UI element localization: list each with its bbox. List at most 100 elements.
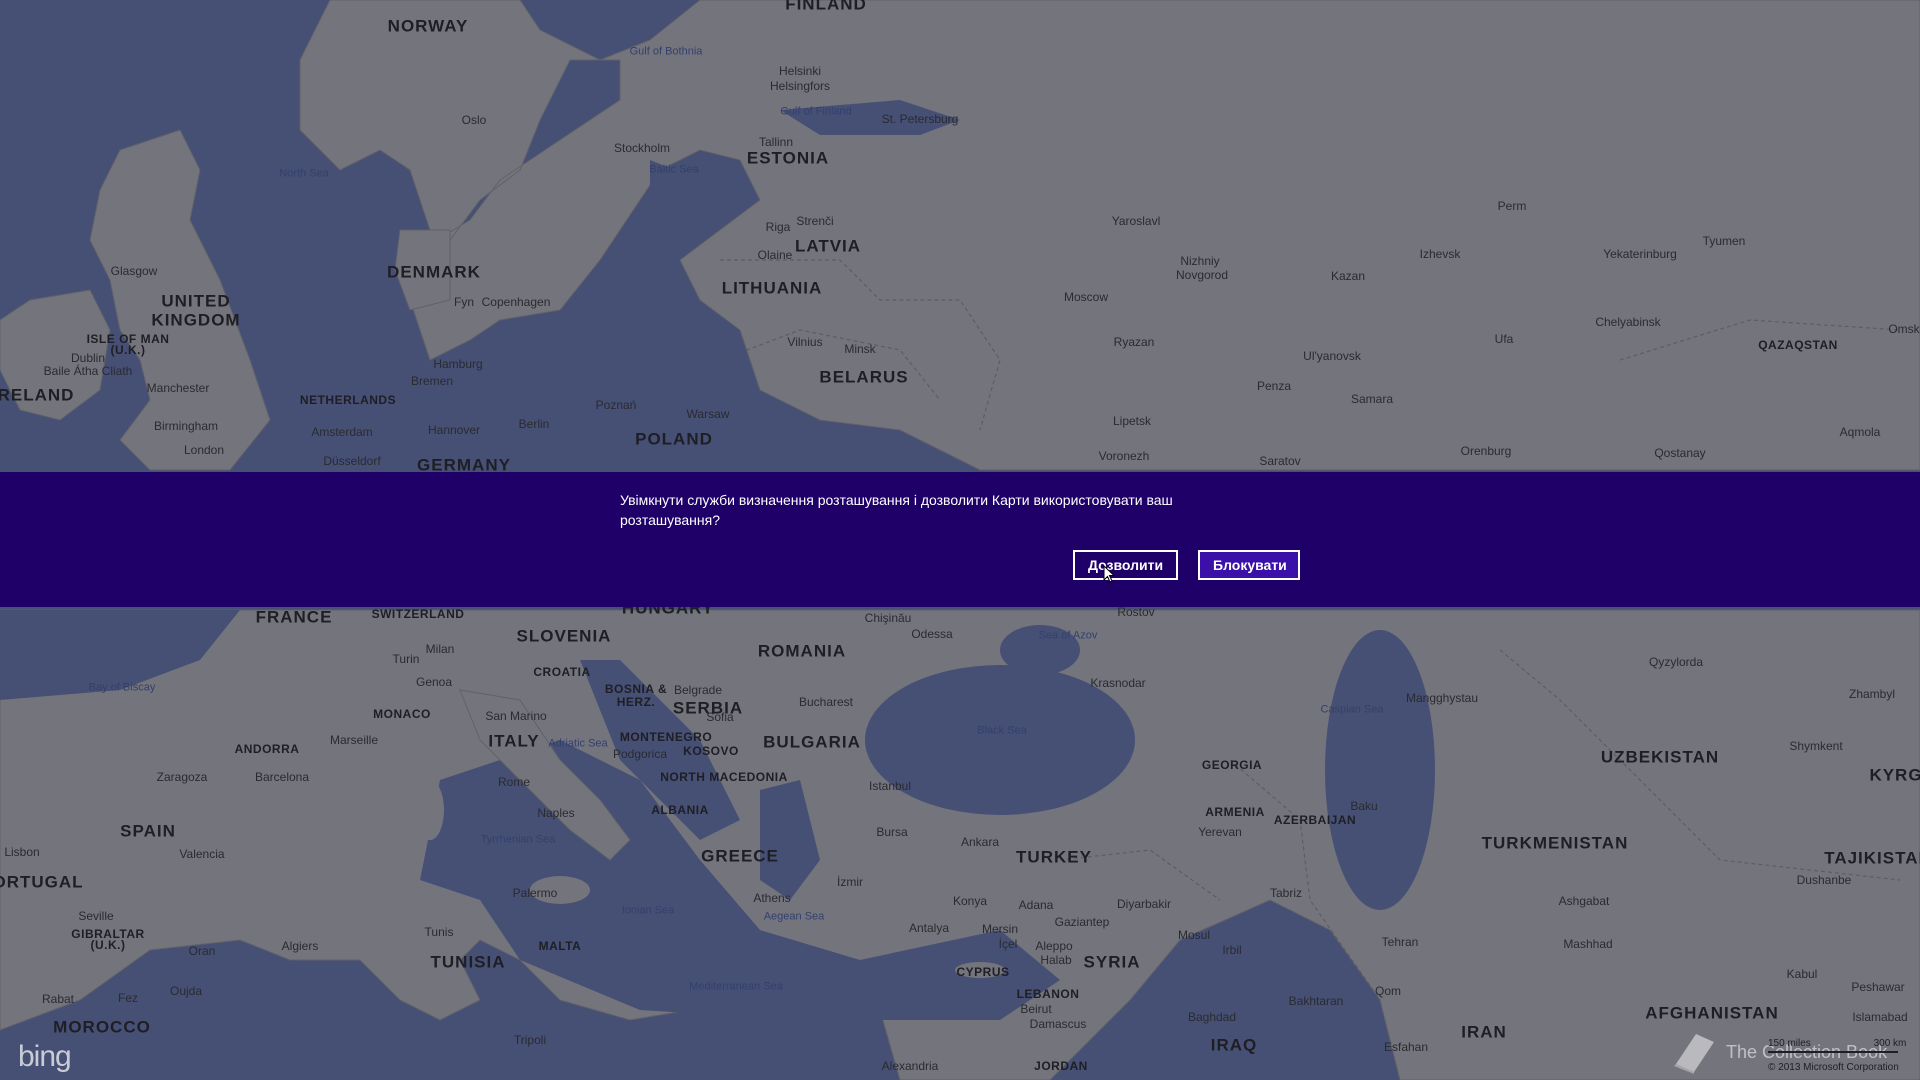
country-label: BOSNIA & [604, 682, 668, 696]
city-label: Algiers [281, 939, 319, 953]
city-label: Olaine [757, 248, 793, 262]
country-label: FRANCE [255, 607, 333, 627]
city-label: Strenči [796, 214, 834, 228]
country-label: ARMENIA [1205, 805, 1265, 819]
sea-label: Caspian Sea [1320, 703, 1384, 716]
country-label: GREECE [701, 846, 779, 866]
country-label: GEORGIA [1201, 758, 1263, 772]
city-label: Rostov [1117, 605, 1155, 619]
city-label: Tyumen [1702, 234, 1746, 248]
city-label: Rome [497, 775, 531, 789]
city-label: Ul'yanovsk [1303, 349, 1361, 363]
sea-label: Mediterranean Sea [689, 980, 783, 993]
city-label: Ryazan [1113, 335, 1155, 349]
city-label: Aleppo [1035, 939, 1073, 953]
city-label: Hannover [427, 423, 481, 437]
city-label: Diyarbakir [1116, 897, 1172, 911]
city-label: Zhambyl [1848, 687, 1896, 701]
scale-km: 300 km [1873, 1038, 1907, 1049]
block-button[interactable]: Блокувати [1198, 550, 1300, 580]
sea-label: Gulf of Finland [780, 105, 852, 118]
city-label: Ufa [1494, 332, 1514, 346]
city-label: Novgorod [1175, 268, 1229, 282]
city-label: Gaziantep [1054, 915, 1110, 929]
city-label: Baile Átha Cliath [43, 364, 133, 378]
city-label: Yekaterinburg [1603, 247, 1677, 261]
city-label: Antalya [908, 921, 950, 935]
city-label: Qom [1374, 984, 1402, 998]
city-label: Halab [1040, 953, 1072, 967]
sea-label: Adriatic Sea [548, 737, 608, 750]
city-label: Kazan [1330, 269, 1366, 283]
city-label: London [183, 443, 225, 457]
city-label: Amsterdam [311, 425, 373, 439]
city-label: Istanbul [868, 779, 912, 793]
city-label: Damascus [1029, 1017, 1087, 1031]
city-label: Odessa [911, 627, 953, 641]
country-label: ALBANIA [651, 803, 709, 817]
city-label: Penza [1256, 379, 1292, 393]
country-label: LEBANON [1016, 987, 1080, 1001]
country-label: LITHUANIA [721, 278, 823, 298]
country-label: KYRG [1869, 765, 1920, 785]
city-label: Naples [537, 806, 575, 820]
city-label: Moscow [1063, 290, 1109, 304]
city-label: Shymkent [1789, 739, 1843, 753]
city-label: Marseille [329, 733, 379, 747]
allow-button[interactable]: Дозволити [1073, 550, 1178, 580]
country-label: AFGHANISTAN [1645, 1003, 1779, 1023]
city-label: Mosul [1177, 928, 1211, 942]
city-label: Tunis [424, 925, 454, 939]
country-label: SPAIN [120, 821, 176, 841]
city-label: Ashgabat [1558, 894, 1610, 908]
country-label: DENMARK [387, 262, 481, 282]
city-label: Adana [1018, 898, 1054, 912]
city-label: Berlin [518, 417, 550, 431]
country-label: TAJIKISTAN [1824, 848, 1920, 868]
city-label: Riga [765, 220, 791, 234]
city-label: Mersin [981, 922, 1019, 936]
country-label: MOROCCO [53, 1017, 151, 1037]
sea-label: Tyrrhenian Sea [480, 833, 556, 846]
city-label: Perm [1497, 199, 1527, 213]
sea-label: Baltic Sea [649, 163, 699, 176]
country-label: UZBEKISTAN [1600, 747, 1720, 767]
sea-label: Gulf of Bothnia [629, 45, 703, 58]
country-label: JORDAN [1034, 1059, 1088, 1073]
country-label: IRAN [1461, 1022, 1507, 1042]
city-label: Düsseldorf [323, 454, 381, 468]
banner-message: Увімкнути служби визначення розташування… [620, 492, 1173, 528]
country-label: GERMANY [417, 455, 511, 475]
country-label: SYRIA [1083, 952, 1141, 972]
country-label: QAZAQSTAN [1758, 338, 1838, 352]
city-label: Alexandria [881, 1059, 939, 1073]
city-label: İzmir [837, 875, 863, 889]
city-label: Mashhad [1563, 937, 1613, 951]
bing-logo: bing [18, 1040, 72, 1073]
country-label: SLOVENIA [516, 626, 612, 646]
city-label: San Marino [485, 709, 547, 723]
country-label: POLAND [635, 429, 713, 449]
city-label: Barcelona [254, 770, 310, 784]
city-label: Orenburg [1460, 444, 1512, 458]
city-label: Beirut [1020, 1002, 1052, 1016]
sea-label: North Sea [279, 167, 329, 180]
city-label: Qostanay [1654, 446, 1706, 460]
location-permission-banner: Увімкнути служби визначення розташування… [0, 472, 1920, 607]
city-label: Poznań [595, 398, 637, 412]
copyright: © 2013 Microsoft Corporation [1768, 1062, 1899, 1073]
city-label: Nizhniy [1180, 254, 1220, 268]
country-label: TUNISIA [430, 952, 506, 972]
city-label: Baghdad [1187, 1010, 1237, 1024]
city-label: Lipetsk [1112, 414, 1152, 428]
city-label: Omsk [1888, 322, 1920, 336]
city-label: Warsaw [686, 407, 730, 421]
city-label: Yerevan [1198, 825, 1242, 839]
city-label: Dublin [70, 351, 106, 365]
city-label: Bakhtaran [1288, 994, 1344, 1008]
country-label: IRAQ [1210, 1035, 1258, 1055]
country-label: (U.K.) [90, 938, 126, 952]
sea-label: Black Sea [977, 724, 1027, 737]
country-label: MALTA [538, 939, 582, 953]
city-label: Ankara [960, 835, 1000, 849]
